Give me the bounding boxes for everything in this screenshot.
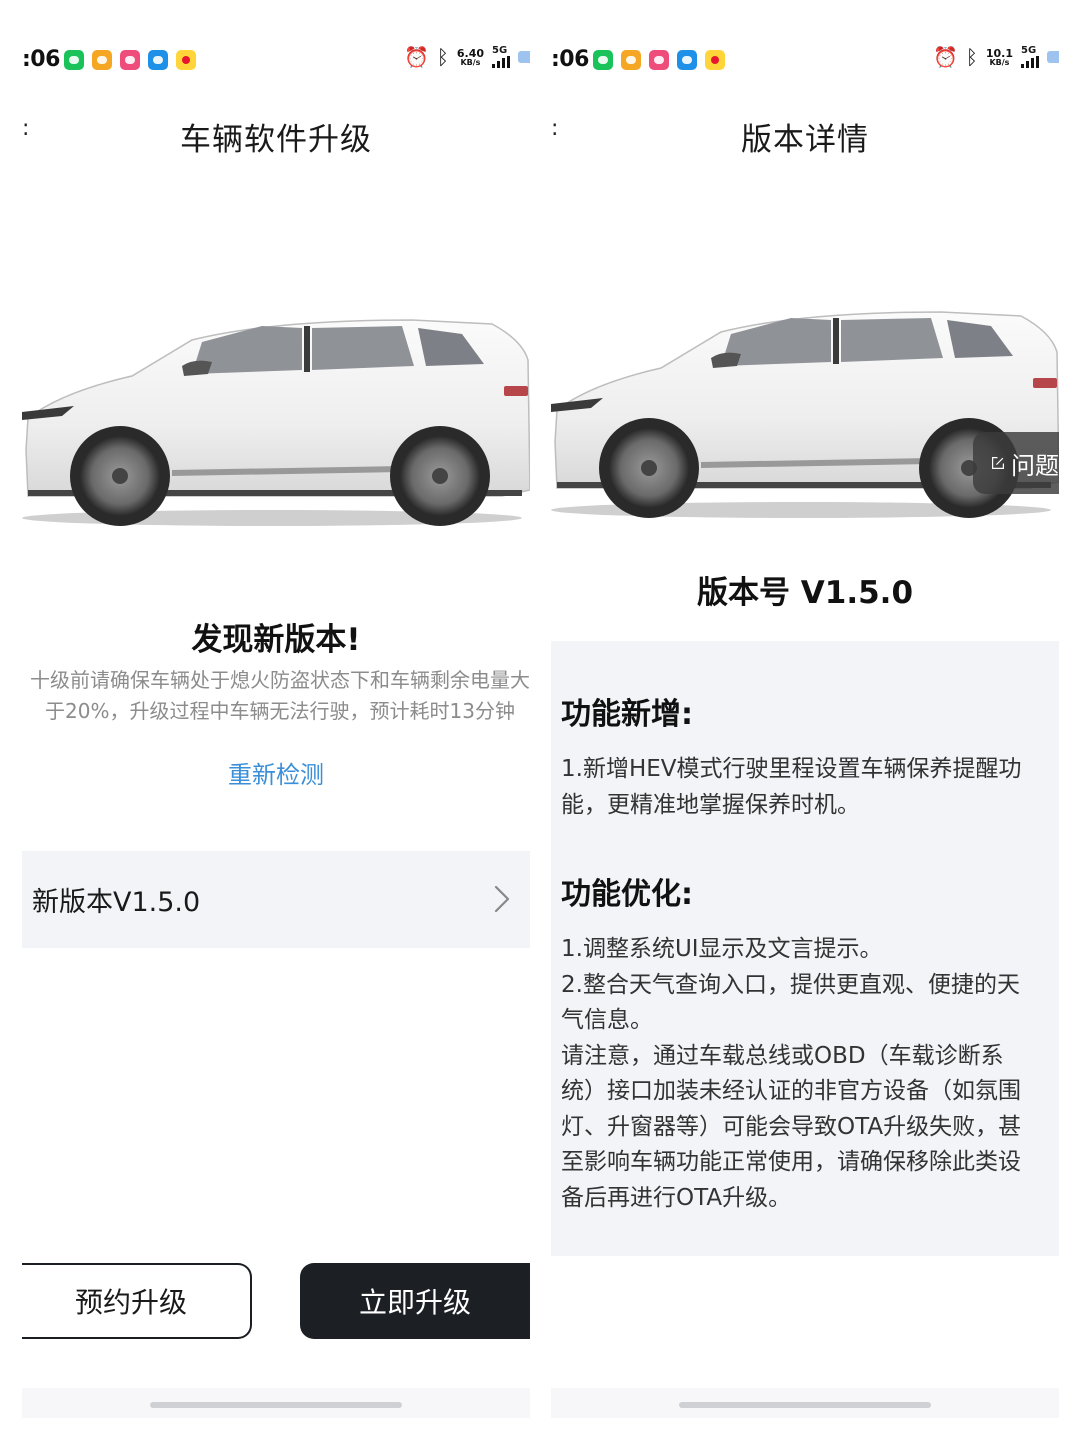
new-version-row[interactable]: 新版本V1.5.0 (22, 851, 530, 948)
home-indicator-area (551, 1388, 1059, 1418)
home-indicator-area (22, 1388, 530, 1418)
bluetooth-icon: ᛒ (436, 45, 449, 69)
schedule-upgrade-button[interactable]: 预约升级 (22, 1263, 252, 1339)
notification-icons (64, 50, 196, 70)
app-pink-icon (120, 50, 140, 70)
wechat-icon (593, 50, 613, 70)
alarm-icon: ⏰ (403, 45, 429, 69)
app-orange-icon (92, 50, 112, 70)
feedback-label: 问题 (1011, 451, 1059, 480)
recheck-link[interactable]: 重新检测 (22, 755, 530, 790)
battery-icon (1047, 51, 1059, 63)
upgrade-now-button[interactable]: 立即升级 (300, 1263, 530, 1339)
status-bar: :06 ⏰ ᛒ 10.1 KB/s 5G (551, 44, 1059, 78)
feedback-button[interactable]: 问题 (973, 432, 1059, 494)
notification-icons (593, 50, 725, 70)
chevron-right-icon (494, 885, 510, 913)
weibo-icon (705, 50, 725, 70)
battery-icon (518, 51, 530, 63)
release-notes-card: 功能新增: 1.新增HEV模式行驶里程设置车辆保养提醒功 能，更精准地掌握保养时… (551, 641, 1059, 1256)
page-title: 版本详情 (741, 122, 869, 158)
new-version-label: 新版本V1.5.0 (32, 887, 201, 918)
status-time: :06 (551, 47, 589, 72)
home-indicator[interactable] (150, 1402, 402, 1408)
net-speed: 6.40 KB/s (456, 46, 484, 67)
app-orange-icon (621, 50, 641, 70)
new-version-heading: 发现新版本! (191, 622, 361, 658)
signal-icon: 5G (492, 46, 510, 68)
status-time: :06 (22, 47, 60, 72)
alarm-icon: ⏰ (932, 45, 958, 69)
home-indicator[interactable] (679, 1402, 931, 1408)
signal-icon: 5G (1021, 46, 1039, 68)
app-pink-icon (649, 50, 669, 70)
wechat-icon (64, 50, 84, 70)
status-right: ⏰ ᛒ 10.1 KB/s 5G (933, 46, 1059, 68)
weibo-icon (176, 50, 196, 70)
app-blue-icon (677, 50, 697, 70)
car-image (22, 300, 530, 530)
upgrade-notice: 十级前请确保车辆处于熄火防盗状态下和车辆剩余电量大 于20%，升级过程中车辆无法… (30, 668, 530, 723)
optimization-title: 功能优化: (561, 877, 693, 912)
nav-bar: : 版本详情 (551, 108, 1059, 159)
net-speed: 10.1 KB/s (985, 46, 1013, 67)
optimization-body: 1.调整系统UI显示及文言提示。 2.整合天气查询入口，提供更直观、便捷的天 气… (561, 936, 1022, 1211)
version-number: 版本号 V1.5.0 (696, 575, 914, 611)
new-features-title: 功能新增: (561, 697, 693, 732)
nav-bar: : 车辆软件升级 (22, 108, 530, 159)
page-title: 车辆软件升级 (180, 122, 372, 158)
app-blue-icon (148, 50, 168, 70)
upgrade-screen: :06 ⏰ ᛒ 6.40 KB/s 5G : 车辆软件升级 发现新版本! 十级前… (22, 0, 530, 1440)
new-features-body: 1.新增HEV模式行驶里程设置车辆保养提醒功 能，更精准地掌握保养时机。 (561, 756, 1022, 818)
status-bar: :06 ⏰ ᛒ 6.40 KB/s 5G (22, 44, 530, 78)
bluetooth-icon: ᛒ (965, 45, 978, 69)
status-right: ⏰ ᛒ 6.40 KB/s 5G (404, 46, 530, 68)
edit-icon (992, 457, 1004, 469)
version-details-screen: :06 ⏰ ᛒ 10.1 KB/s 5G : 版本详情 问题 版本号 V1.5.… (551, 0, 1059, 1440)
